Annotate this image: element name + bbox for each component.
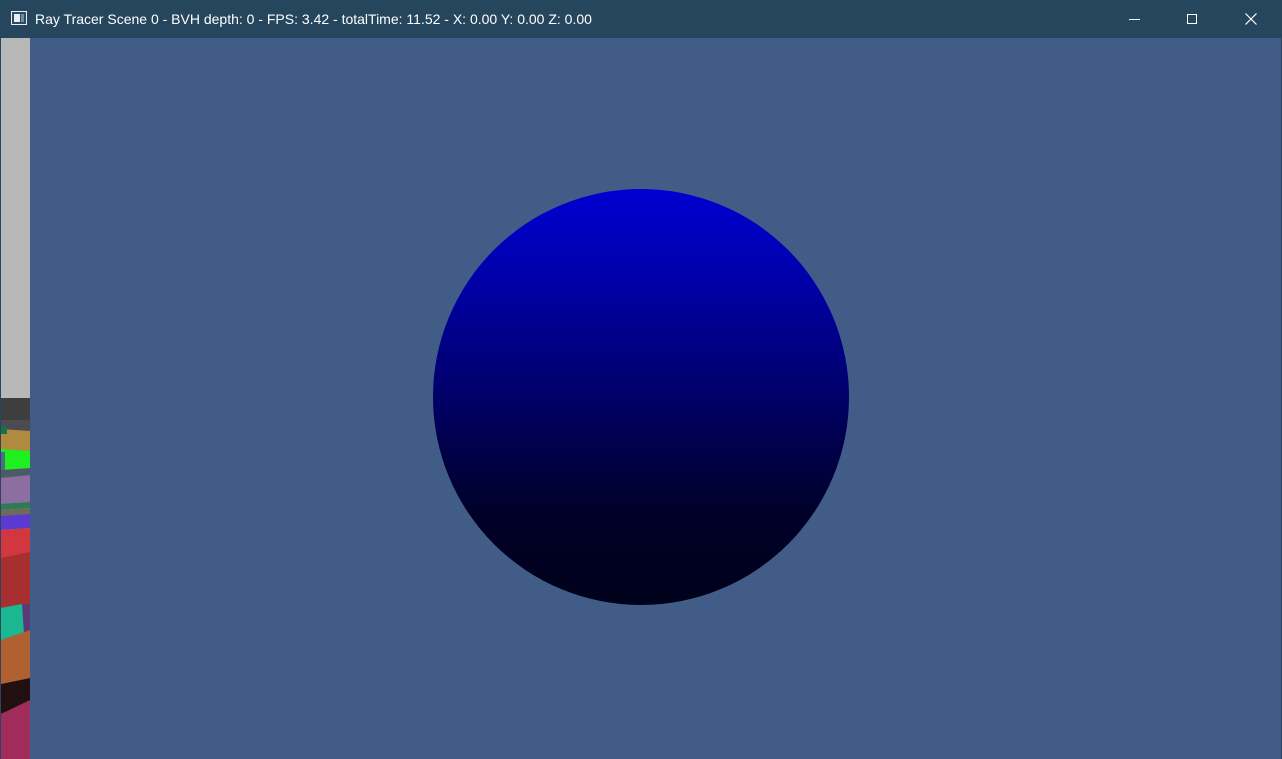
- app-window-icon[interactable]: [11, 11, 27, 25]
- ray-tracer-window: Ray Tracer Scene 0 - BVH depth: 0 - FPS:…: [0, 0, 1282, 759]
- maximize-icon: [1187, 14, 1197, 24]
- close-button[interactable]: [1222, 0, 1280, 38]
- blue-sphere: [433, 189, 849, 605]
- geometry-strip-graphic: [1, 38, 30, 759]
- title-bar[interactable]: Ray Tracer Scene 0 - BVH depth: 0 - FPS:…: [0, 0, 1282, 38]
- maximize-button[interactable]: [1163, 0, 1221, 38]
- colored-geometry-strip: [1, 38, 30, 759]
- minimize-icon: [1128, 18, 1140, 20]
- minimize-button[interactable]: [1105, 0, 1163, 38]
- window-title: Ray Tracer Scene 0 - BVH depth: 0 - FPS:…: [35, 11, 592, 27]
- close-icon: [1245, 13, 1257, 25]
